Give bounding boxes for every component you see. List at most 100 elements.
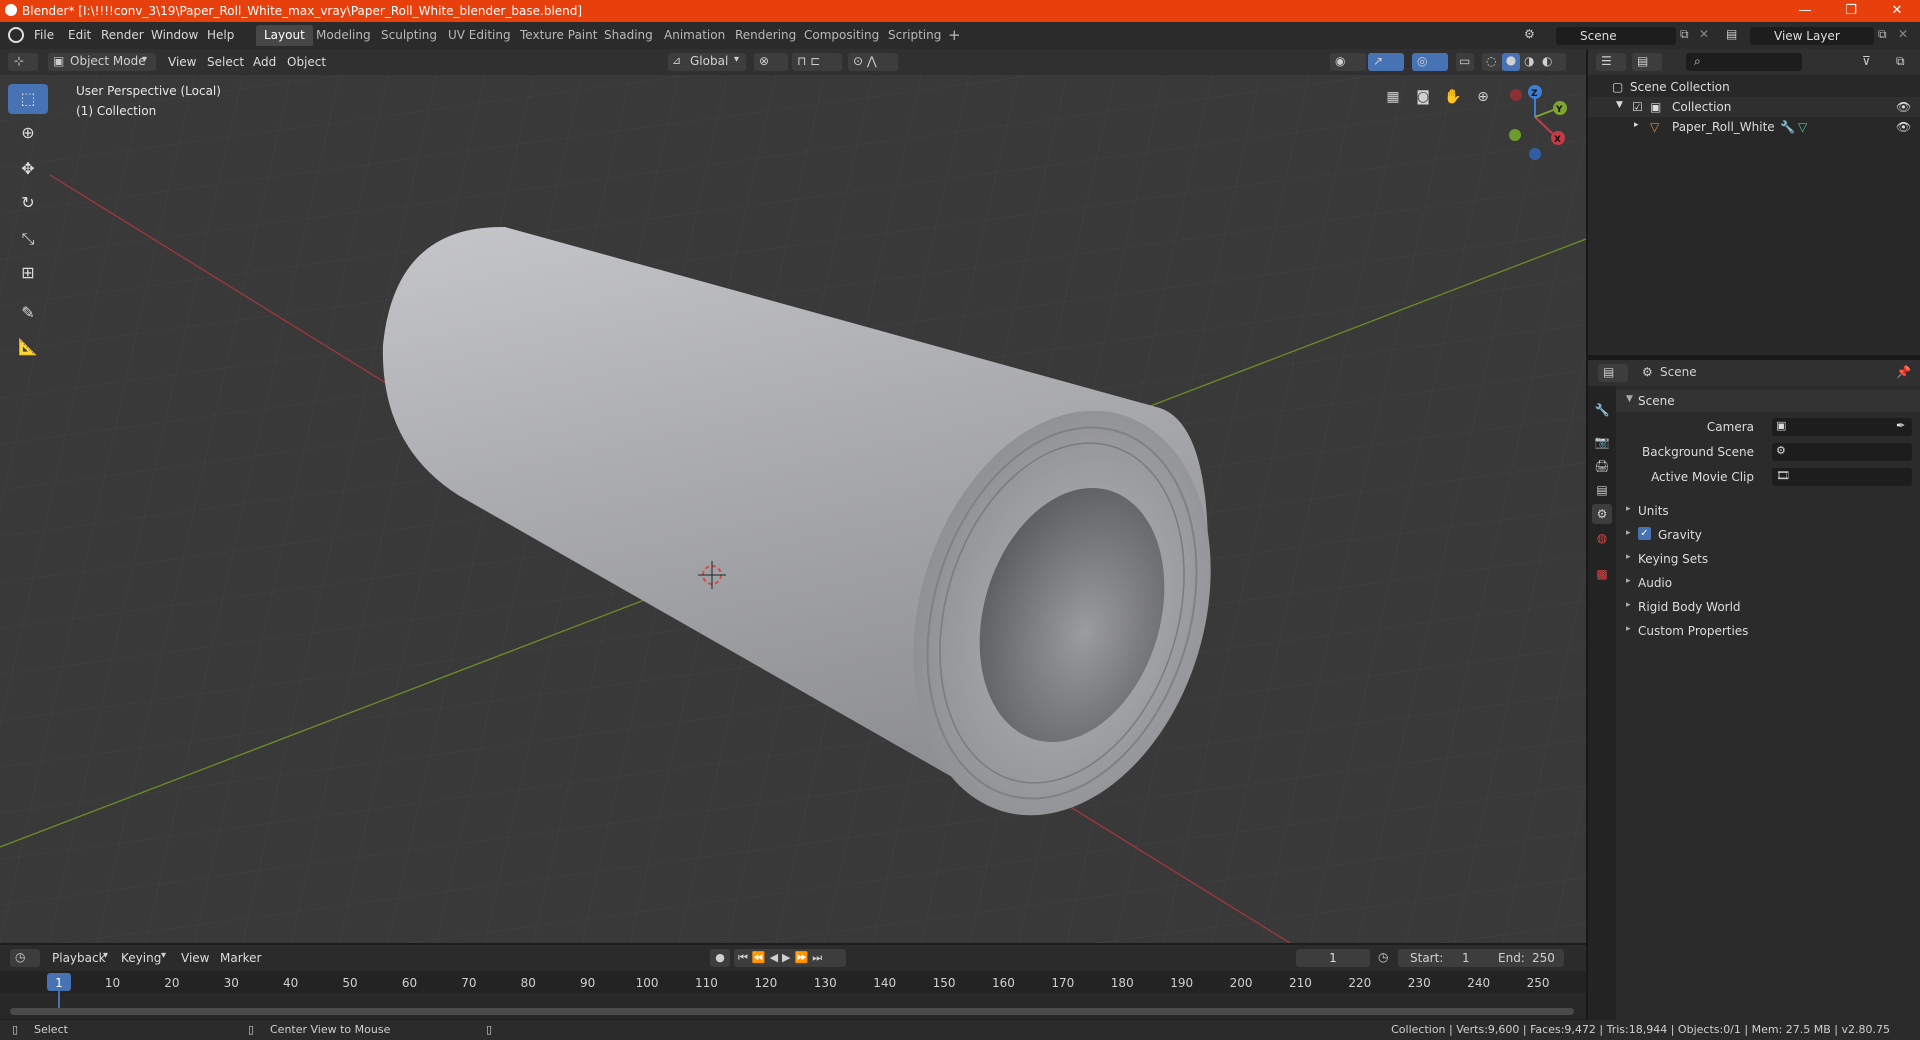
render-tab-icon[interactable]: 📷 bbox=[1592, 432, 1612, 452]
blender-menu-icon[interactable] bbox=[8, 27, 24, 43]
overlays-toggle-button[interactable]: ◎ bbox=[1412, 53, 1448, 71]
zoom-view-icon[interactable]: ⊕ bbox=[1471, 85, 1495, 109]
menu-add[interactable]: Add bbox=[253, 53, 276, 71]
mode-dropdown[interactable]: ▣ Object Mode ▾ bbox=[48, 53, 156, 71]
start-frame-field[interactable]: Start: 1 bbox=[1398, 949, 1502, 967]
pan-view-icon[interactable]: ✋ bbox=[1441, 85, 1465, 109]
cursor-tool-icon[interactable]: ⊕ bbox=[8, 118, 48, 148]
annotate-tool-icon[interactable]: ✎ bbox=[8, 298, 48, 328]
checkbox-icon[interactable]: ☑ bbox=[1632, 100, 1643, 114]
delete-scene-icon[interactable]: ✕ bbox=[1699, 27, 1709, 41]
clock-icon[interactable]: ◷ bbox=[1378, 950, 1388, 964]
gravity-checkbox[interactable]: ✓ bbox=[1638, 527, 1651, 540]
keying-sets-panel[interactable]: ▸ Keying Sets bbox=[1616, 548, 1920, 570]
playback-controls[interactable]: ⏮⏪◀▶⏩⏭ bbox=[734, 949, 846, 967]
shading-mode-buttons[interactable]: ◌ ● ◑ ◐ bbox=[1482, 53, 1566, 71]
close-button[interactable]: ✕ bbox=[1874, 1, 1920, 21]
rotate-tool-icon[interactable]: ↻ bbox=[8, 188, 48, 218]
solid-shading-icon[interactable]: ● bbox=[1502, 53, 1520, 71]
tab-animation[interactable]: Animation bbox=[656, 25, 733, 46]
custom-properties-panel[interactable]: ▸ Custom Properties bbox=[1616, 620, 1920, 642]
active-movie-clip-field[interactable]: 🎞 bbox=[1772, 468, 1912, 486]
scene-section-header[interactable]: ▼ Scene bbox=[1616, 390, 1920, 412]
pin-icon[interactable]: 📌 bbox=[1896, 365, 1911, 379]
menu-select[interactable]: Select bbox=[207, 53, 244, 71]
transform-tool-icon[interactable]: ⊞ bbox=[8, 258, 48, 288]
eye-icon[interactable]: 👁 bbox=[1896, 100, 1911, 114]
maximize-button[interactable]: ❐ bbox=[1828, 1, 1874, 21]
measure-tool-icon[interactable]: 📐 bbox=[8, 332, 48, 362]
menu-view[interactable]: View bbox=[168, 53, 196, 71]
tab-shading[interactable]: Shading bbox=[596, 25, 661, 46]
tab-compositing[interactable]: Compositing bbox=[796, 25, 887, 46]
snap-button[interactable]: ⊓ ⊏ bbox=[792, 53, 842, 71]
menu-playback[interactable]: Playback bbox=[52, 949, 106, 967]
menu-marker[interactable]: Marker bbox=[220, 949, 261, 967]
modifier-icon[interactable]: 🔧 bbox=[1780, 120, 1795, 134]
display-mode-button[interactable]: ▤ bbox=[1632, 53, 1662, 71]
tab-uv-editing[interactable]: UV Editing bbox=[440, 25, 519, 46]
record-button[interactable]: ● bbox=[710, 949, 730, 967]
proportional-editing-button[interactable]: ⊙ ⋀ bbox=[848, 53, 898, 71]
current-frame-field[interactable]: 1 bbox=[1296, 949, 1370, 967]
gravity-panel[interactable]: ▸ ✓ Gravity bbox=[1616, 524, 1920, 546]
select-box-tool-icon[interactable]: ⬚ bbox=[8, 84, 48, 114]
scene-selector-icon[interactable]: ⚙ bbox=[1524, 27, 1544, 45]
xray-toggle-button[interactable]: ▭ bbox=[1456, 53, 1474, 71]
units-panel[interactable]: ▸ Units bbox=[1616, 500, 1920, 522]
mesh-data-icon[interactable]: ▽ bbox=[1798, 120, 1807, 134]
visibility-button[interactable]: ◉ bbox=[1330, 53, 1366, 71]
background-scene-field[interactable]: ⚙ bbox=[1772, 443, 1912, 461]
output-tab-icon[interactable]: 🖨 bbox=[1592, 456, 1612, 476]
tab-texture-paint[interactable]: Texture Paint bbox=[512, 25, 605, 46]
end-frame-field[interactable]: End: 250 bbox=[1490, 949, 1564, 967]
outliner-row-object[interactable]: ▸ ▽ Paper_Roll_White 🔧 ▽ 👁 bbox=[1588, 117, 1920, 137]
new-view-layer-icon[interactable]: ⧉ bbox=[1878, 27, 1887, 42]
timeline[interactable]: 1 10 20 30 40 50 60 70 80 90 100 110 120 130 140 150 160… bbox=[0, 971, 1586, 1019]
3d-viewport[interactable]: Z X Y User Perspective (Local) (1) Colle… bbox=[0, 75, 1586, 943]
audio-panel[interactable]: ▸ Audio bbox=[1616, 572, 1920, 594]
menu-object[interactable]: Object bbox=[287, 53, 326, 71]
scene-tab-icon[interactable]: ⚙ bbox=[1592, 504, 1612, 524]
view-layer-field[interactable]: View Layer bbox=[1750, 27, 1874, 45]
menu-help[interactable]: Help bbox=[207, 28, 234, 42]
pivot-point-button[interactable]: ⊗ bbox=[754, 53, 788, 71]
tab-layout[interactable]: Layout bbox=[256, 25, 313, 46]
timeline-editor-type-button[interactable]: ◷ bbox=[10, 949, 40, 967]
properties-editor-type-button[interactable]: ▤ bbox=[1598, 364, 1628, 382]
expand-arrow-icon[interactable]: ▸ bbox=[1634, 120, 1639, 130]
texture-tab-icon[interactable]: ▩ bbox=[1592, 564, 1612, 584]
toggle-camera-grid-icon[interactable]: ▦ bbox=[1381, 85, 1405, 109]
tab-rendering[interactable]: Rendering bbox=[727, 25, 804, 46]
add-workspace-button[interactable]: + bbox=[940, 25, 969, 46]
transform-orientation-dropdown[interactable]: ⊿ Global ▾ bbox=[668, 53, 746, 71]
wireframe-shading-icon[interactable]: ◌ bbox=[1486, 54, 1496, 68]
tab-sculpting[interactable]: Sculpting bbox=[373, 25, 445, 46]
menu-keying[interactable]: Keying bbox=[121, 949, 161, 967]
rendered-shading-icon[interactable]: ◐ bbox=[1542, 54, 1552, 68]
world-tab-icon[interactable]: ◍ bbox=[1592, 528, 1612, 548]
outliner-editor-type-button[interactable]: ☰ bbox=[1596, 53, 1626, 71]
outliner-search-input[interactable] bbox=[1686, 53, 1802, 71]
menu-window[interactable]: Window bbox=[151, 28, 198, 42]
new-collection-icon[interactable]: ⧉ bbox=[1896, 54, 1905, 69]
material-shading-icon[interactable]: ◑ bbox=[1524, 54, 1534, 68]
tab-scripting[interactable]: Scripting bbox=[880, 25, 949, 46]
tab-modeling[interactable]: Modeling bbox=[308, 25, 379, 46]
outliner-row-collection[interactable]: ▼ ☑ ▣ Collection 👁 bbox=[1588, 97, 1920, 117]
expand-arrow-icon[interactable]: ▼ bbox=[1616, 100, 1623, 110]
eyedropper-icon[interactable]: ✒ bbox=[1896, 419, 1905, 432]
outliner-row-scene-collection[interactable]: ▢ Scene Collection bbox=[1588, 77, 1920, 97]
editor-type-button[interactable]: ⊹ bbox=[8, 53, 38, 71]
scale-tool-icon[interactable]: ⤡ bbox=[8, 224, 48, 254]
scene-field[interactable]: Scene bbox=[1556, 27, 1676, 45]
minimize-button[interactable]: — bbox=[1782, 1, 1828, 21]
camera-field[interactable]: ▣ ✒ bbox=[1772, 418, 1912, 436]
move-tool-icon[interactable]: ✥ bbox=[8, 154, 48, 184]
menu-view[interactable]: View bbox=[181, 949, 209, 967]
new-scene-icon[interactable]: ⧉ bbox=[1680, 27, 1689, 42]
view-layer-tab-icon[interactable]: ▤ bbox=[1592, 480, 1612, 500]
rigid-body-world-panel[interactable]: ▸ Rigid Body World bbox=[1616, 596, 1920, 618]
filter-icon[interactable]: ⊽ bbox=[1862, 54, 1871, 68]
tool-tab-icon[interactable]: 🔧 bbox=[1592, 400, 1612, 420]
